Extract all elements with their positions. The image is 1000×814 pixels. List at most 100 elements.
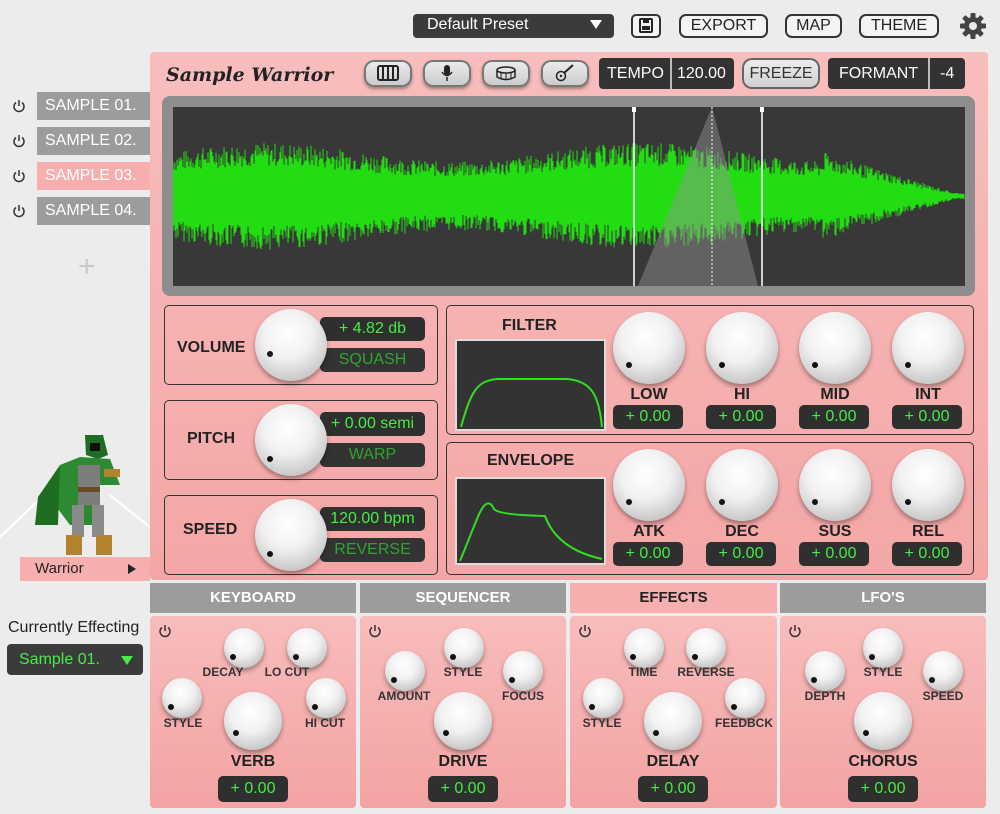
drum-instrument-button[interactable] — [482, 60, 530, 87]
effect-style-label: STYLE — [163, 716, 203, 730]
power-icon[interactable] — [788, 624, 802, 638]
effect-verb-label: VERB — [230, 753, 276, 770]
effect-feedbck-knob[interactable] — [725, 678, 765, 718]
envelope-rel-knob[interactable] — [892, 449, 964, 521]
filter-mid-label: MID — [820, 386, 850, 403]
effect-amount-label: AMOUNT — [377, 689, 431, 703]
map-button[interactable]: MAP — [785, 14, 842, 38]
save-icon — [639, 18, 653, 33]
filter-hi-value[interactable]: + 0.00 — [706, 405, 776, 429]
volume-value[interactable]: + 4.82 db — [320, 317, 425, 341]
power-icon[interactable] — [12, 169, 26, 183]
pitch-knob[interactable] — [255, 404, 327, 476]
loop-start-marker-handle[interactable] — [632, 107, 636, 112]
envelope-atk-value[interactable]: + 0.00 — [613, 542, 683, 566]
effect-chorus-knob[interactable] — [854, 692, 912, 750]
effect-style-label: STYLE — [863, 665, 903, 679]
export-button[interactable]: EXPORT — [679, 14, 768, 38]
warrior-character-image — [0, 435, 150, 555]
effect-chorus-value[interactable]: + 0.00 — [848, 776, 918, 802]
effect-verb-value[interactable]: + 0.00 — [218, 776, 288, 802]
speed-knob[interactable] — [255, 499, 327, 571]
volume-knob[interactable] — [255, 309, 327, 381]
effect-hi-cut-knob[interactable] — [306, 678, 346, 718]
power-icon[interactable] — [12, 99, 26, 113]
effect-verb-knob[interactable] — [224, 692, 282, 750]
speed-label: SPEED — [183, 521, 238, 538]
envelope-atk-knob[interactable] — [613, 449, 685, 521]
effect-style-knob[interactable] — [444, 628, 484, 668]
loop-end-marker-handle[interactable] — [760, 107, 764, 112]
keyboard-instrument-button[interactable] — [364, 60, 412, 87]
sample-item[interactable]: SAMPLE 03. — [37, 162, 150, 190]
tab-keyboard[interactable]: KEYBOARD — [150, 583, 356, 613]
effect-style-knob[interactable] — [162, 678, 202, 718]
envelope-graph — [455, 477, 606, 565]
envelope-dec-knob[interactable] — [706, 449, 778, 521]
effect-decay-label: DECAY — [202, 665, 244, 679]
effect-focus-knob[interactable] — [503, 651, 543, 691]
formant-display[interactable]: FORMANT -4 — [828, 58, 965, 89]
effect-lo-cut-label: LO CUT — [264, 665, 310, 679]
power-icon[interactable] — [368, 624, 382, 638]
effect-lo-cut-knob[interactable] — [287, 628, 327, 668]
save-button[interactable] — [631, 14, 661, 38]
squash-button[interactable]: SQUASH — [320, 348, 425, 372]
tempo-display[interactable]: TEMPO 120.00 — [599, 58, 734, 89]
effect-delay-value[interactable]: + 0.00 — [638, 776, 708, 802]
sample-item[interactable]: SAMPLE 01. — [37, 92, 150, 120]
effecting-target-value: Sample 01. — [19, 651, 100, 668]
preset-dropdown[interactable]: Default Preset — [413, 14, 614, 38]
envelope-sus-knob[interactable] — [799, 449, 871, 521]
effect-delay-knob[interactable] — [644, 692, 702, 750]
effect-speed-knob[interactable] — [923, 651, 963, 691]
pitch-label: PITCH — [187, 430, 235, 447]
filter-int-value[interactable]: + 0.00 — [892, 405, 962, 429]
effect-decay-knob[interactable] — [224, 628, 264, 668]
effect-style-knob[interactable] — [583, 678, 623, 718]
tab-lfos[interactable]: LFO'S — [780, 583, 986, 613]
power-icon[interactable] — [12, 134, 26, 148]
app-title: Sample Warrior — [166, 64, 334, 86]
waveform-display[interactable] — [172, 107, 965, 286]
theme-button[interactable]: THEME — [859, 14, 939, 38]
freeze-button[interactable]: FREEZE — [742, 58, 820, 89]
effect-drive-value[interactable]: + 0.00 — [428, 776, 498, 802]
power-icon[interactable] — [158, 624, 172, 638]
envelope-title: ENVELOPE — [487, 452, 575, 469]
formant-label: FORMANT — [839, 65, 919, 82]
effect-drive-knob[interactable] — [434, 692, 492, 750]
envelope-rel-value[interactable]: + 0.00 — [892, 542, 962, 566]
filter-mid-knob[interactable] — [799, 312, 871, 384]
add-sample-button[interactable]: + — [78, 250, 96, 284]
envelope-dec-value[interactable]: + 0.00 — [706, 542, 776, 566]
reverse-button[interactable]: REVERSE — [320, 538, 425, 562]
vocal-instrument-button[interactable] — [423, 60, 471, 87]
gear-icon[interactable] — [958, 11, 988, 41]
tab-sequencer[interactable]: SEQUENCER — [360, 583, 566, 613]
effect-amount-knob[interactable] — [385, 651, 425, 691]
power-icon[interactable] — [12, 204, 26, 218]
envelope-rel-label: REL — [912, 523, 944, 540]
effect-reverse-knob[interactable] — [686, 628, 726, 668]
effect-drive-label: DRIVE — [438, 753, 488, 770]
guitar-instrument-button[interactable] — [541, 60, 589, 87]
filter-low-knob[interactable] — [613, 312, 685, 384]
sample-item[interactable]: SAMPLE 02. — [37, 127, 150, 155]
effect-depth-knob[interactable] — [805, 651, 845, 691]
filter-int-knob[interactable] — [892, 312, 964, 384]
effect-style-knob[interactable] — [863, 628, 903, 668]
pitch-value[interactable]: + 0.00 semi — [320, 412, 425, 436]
filter-mid-value[interactable]: + 0.00 — [799, 405, 869, 429]
filter-low-value[interactable]: + 0.00 — [613, 405, 683, 429]
warp-button[interactable]: WARP — [320, 443, 425, 467]
power-icon[interactable] — [578, 624, 592, 638]
envelope-sus-value[interactable]: + 0.00 — [799, 542, 869, 566]
filter-hi-knob[interactable] — [706, 312, 778, 384]
sample-item[interactable]: SAMPLE 04. — [37, 197, 150, 225]
tab-effects[interactable]: EFFECTS — [570, 583, 777, 613]
effecting-target-dropdown[interactable]: Sample 01. — [7, 644, 143, 675]
character-selector[interactable]: Warrior — [20, 557, 150, 581]
effect-time-knob[interactable] — [624, 628, 664, 668]
speed-value[interactable]: 120.00 bpm — [320, 507, 425, 531]
